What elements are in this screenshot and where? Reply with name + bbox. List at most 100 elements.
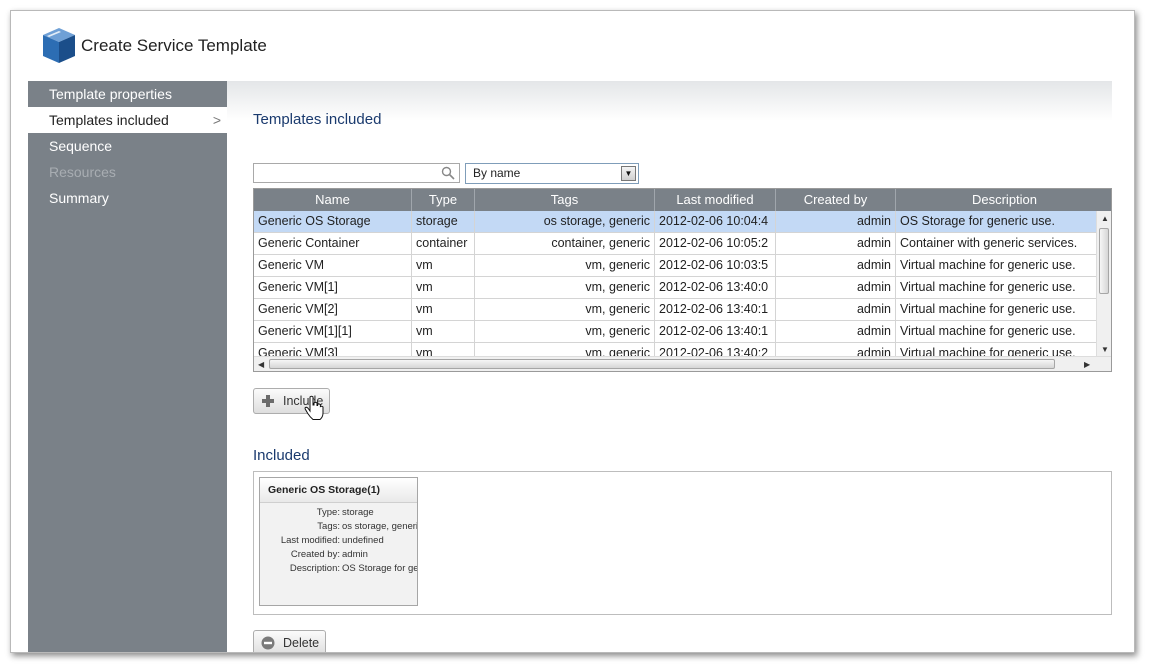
sidebar-item-sequence[interactable]: Sequence	[28, 133, 227, 159]
include-button[interactable]: Include	[253, 388, 330, 414]
field-value: os storage, generic	[342, 521, 418, 532]
sidebar-item-templates-included[interactable]: Templates included >	[28, 107, 227, 133]
card-field-last-modified: Last modified: undefined	[260, 534, 417, 548]
cell-last-modified: 2012-02-06 13:40:1	[655, 321, 776, 342]
delete-button-label: Delete	[283, 636, 320, 650]
cell-created-by: admin	[776, 277, 896, 298]
cell-created-by: admin	[776, 321, 896, 342]
cell-created-by: admin	[776, 255, 896, 276]
table-row[interactable]: Generic VM[1][1] vm vm, generic 2012-02-…	[254, 321, 1097, 343]
cell-tags: container, generic	[475, 233, 655, 254]
section-title-included: Included	[253, 447, 310, 464]
vertical-scrollbar[interactable]: ▲ ▼	[1096, 211, 1111, 357]
column-header-created-by[interactable]: Created by	[776, 189, 896, 211]
cell-type: vm	[412, 255, 475, 276]
cell-description: Virtual machine for generic use.	[900, 302, 1076, 316]
include-button-label: Include	[283, 394, 324, 408]
dialog-header: Create Service Template	[11, 11, 1134, 81]
chevron-right-icon: >	[212, 112, 221, 128]
included-template-card[interactable]: Generic OS Storage(1) Type: storage Tags…	[259, 477, 418, 606]
card-title: Generic OS Storage(1)	[260, 478, 417, 503]
included-area: Generic OS Storage(1) Type: storage Tags…	[253, 471, 1112, 615]
card-field-type: Type: storage	[260, 506, 417, 520]
sort-select[interactable]: By name ▼	[465, 163, 639, 184]
dialog-window: Create Service Template Template propert…	[10, 10, 1135, 653]
cube-logo-icon	[43, 28, 75, 63]
cell-name: Generic OS Storage	[254, 211, 412, 232]
table-row[interactable]: Generic VM[2] vm vm, generic 2012-02-06 …	[254, 299, 1097, 321]
cell-description: Container with generic services.	[900, 236, 1078, 250]
field-key: Type:	[316, 507, 340, 518]
sidebar-item-label: Resources	[49, 164, 116, 180]
field-value: undefined	[342, 535, 384, 546]
field-key: Created by:	[290, 549, 340, 560]
cell-type: container	[412, 233, 475, 254]
cell-created-by: admin	[776, 233, 896, 254]
scroll-right-arrow-icon[interactable]: ▶	[1084, 360, 1090, 369]
cell-name: Generic VM[1][1]	[254, 321, 412, 342]
horizontal-scroll-thumb[interactable]	[269, 359, 1055, 369]
column-header-description[interactable]: Description	[896, 189, 1111, 211]
cell-last-modified: 2012-02-06 13:40:1	[655, 299, 776, 320]
cell-description: Virtual machine for generic use.	[900, 280, 1076, 294]
column-header-tags[interactable]: Tags	[475, 189, 655, 211]
field-value: admin	[342, 549, 368, 560]
field-value: OS Storage for generic use.	[342, 563, 417, 574]
sidebar-item-label: Template properties	[49, 86, 172, 102]
search-icon	[441, 166, 455, 180]
sidebar-item-template-properties[interactable]: Template properties	[28, 81, 227, 107]
table-row[interactable]: Generic Container container container, g…	[254, 233, 1097, 255]
cell-name: Generic VM	[254, 255, 412, 276]
cell-name: Generic VM[2]	[254, 299, 412, 320]
card-field-description: Description: OS Storage for generic use.	[260, 562, 417, 576]
field-key: Description:	[289, 563, 340, 574]
cell-last-modified: 2012-02-06 13:40:0	[655, 277, 776, 298]
templates-table: Name Type Tags Last modified Created by …	[253, 188, 1112, 372]
plus-icon	[262, 395, 274, 407]
field-value: storage	[342, 507, 374, 518]
column-header-last-modified[interactable]: Last modified	[655, 189, 776, 211]
dialog-title: Create Service Template	[81, 36, 267, 55]
table-row[interactable]: Generic VM[1] vm vm, generic 2012-02-06 …	[254, 277, 1097, 299]
main-panel: Templates included By name ▼ Name Type T…	[227, 81, 1112, 652]
wizard-sidebar: Template properties Templates included > …	[28, 81, 227, 652]
search-box[interactable]	[253, 163, 460, 183]
horizontal-scrollbar[interactable]: ◀ ▶	[254, 356, 1111, 371]
cell-last-modified: 2012-02-06 10:03:5	[655, 255, 776, 276]
table-row[interactable]: Generic OS Storage storage os storage, g…	[254, 211, 1097, 233]
sidebar-item-resources: Resources	[28, 159, 227, 185]
cell-type: vm	[412, 299, 475, 320]
card-field-created-by: Created by: admin	[260, 548, 417, 562]
cell-last-modified: 2012-02-06 10:04:4	[655, 211, 776, 232]
table-row[interactable]: Generic VM vm vm, generic 2012-02-06 10:…	[254, 255, 1097, 277]
table-header: Name Type Tags Last modified Created by …	[254, 189, 1111, 211]
cell-type: vm	[412, 321, 475, 342]
card-field-tags: Tags: os storage, generic	[260, 520, 418, 534]
chevron-down-icon[interactable]: ▼	[621, 166, 636, 181]
minus-circle-icon	[261, 636, 275, 650]
cell-last-modified: 2012-02-06 10:05:2	[655, 233, 776, 254]
sidebar-item-label: Templates included	[49, 112, 169, 128]
scroll-left-arrow-icon[interactable]: ◀	[258, 360, 264, 369]
sort-select-value: By name	[473, 166, 521, 180]
vertical-scroll-thumb[interactable]	[1099, 228, 1109, 294]
scroll-down-arrow-icon[interactable]: ▼	[1101, 345, 1109, 354]
cell-name: Generic Container	[254, 233, 412, 254]
search-input[interactable]	[257, 165, 441, 183]
scroll-up-arrow-icon[interactable]: ▲	[1101, 214, 1109, 223]
sidebar-item-summary[interactable]: Summary	[28, 185, 227, 211]
section-title-templates-included: Templates included	[253, 111, 382, 128]
cell-created-by: admin	[776, 211, 896, 232]
sidebar-item-label: Summary	[49, 190, 109, 206]
cell-tags: vm, generic	[475, 321, 655, 342]
sidebar-item-label: Sequence	[49, 138, 113, 154]
cell-type: storage	[412, 211, 475, 232]
cell-tags: vm, generic	[475, 277, 655, 298]
cell-tags: vm, generic	[475, 255, 655, 276]
column-header-type[interactable]: Type	[412, 189, 475, 211]
cell-type: vm	[412, 277, 475, 298]
cell-name: Generic VM[1]	[254, 277, 412, 298]
delete-button[interactable]: Delete	[253, 630, 326, 652]
field-key: Tags:	[317, 521, 340, 532]
column-header-name[interactable]: Name	[254, 189, 412, 211]
